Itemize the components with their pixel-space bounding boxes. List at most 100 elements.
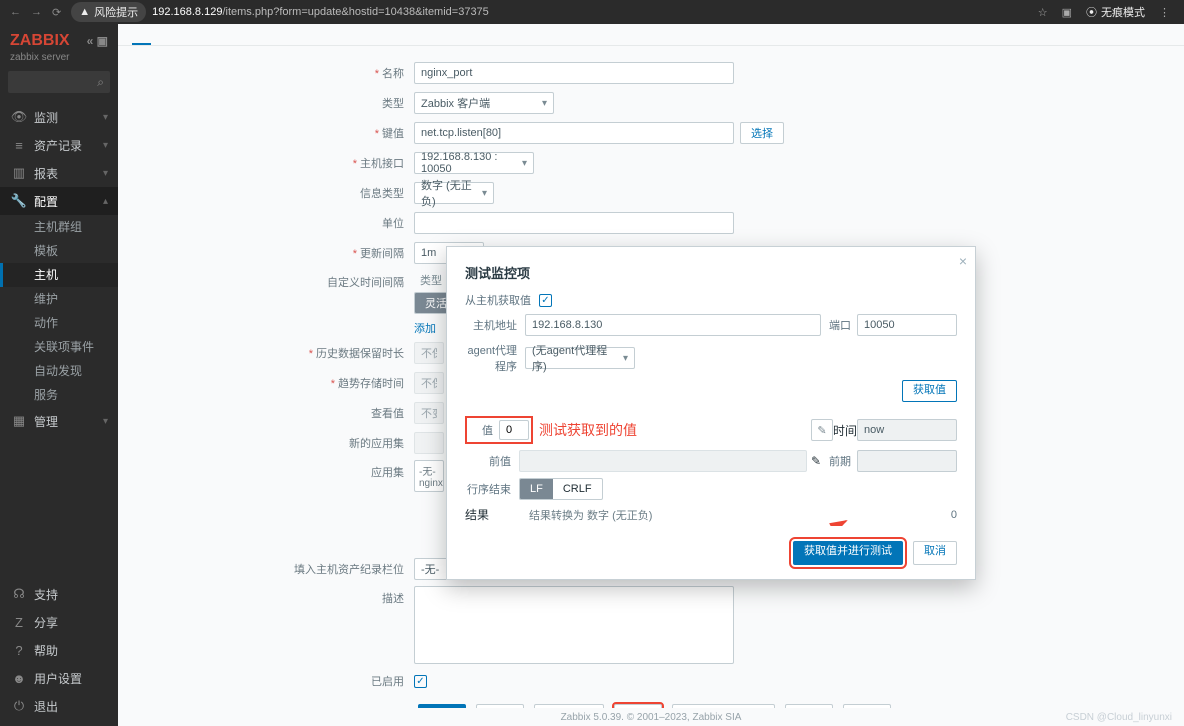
- ci-add-link[interactable]: 添加: [414, 323, 436, 335]
- sidebar-sub-hostgroups[interactable]: 主机群组: [0, 215, 118, 239]
- chevron-down-icon: ▾: [103, 140, 108, 151]
- gear-icon: ▦: [10, 413, 28, 429]
- sidebar-item-monitoring[interactable]: 👁监测▾: [0, 103, 118, 131]
- value-annotation: 测试获取到的值: [539, 420, 637, 440]
- sidebar-support[interactable]: ☊支持: [0, 580, 118, 608]
- forward-icon[interactable]: →: [31, 6, 42, 19]
- sidebar-sub-hosts[interactable]: 主机: [0, 263, 118, 287]
- label-prev-period: 前期: [821, 453, 857, 469]
- result-value: 0: [951, 509, 957, 521]
- warning-icon: ▲: [79, 6, 90, 18]
- reload-icon[interactable]: ⟳: [52, 6, 61, 19]
- input-prev-period: [857, 450, 957, 472]
- sidebar-help[interactable]: ?帮助: [0, 636, 118, 664]
- checkbox-enabled[interactable]: ✓: [414, 675, 427, 688]
- input-newapp[interactable]: [414, 432, 444, 454]
- sidebar-sub-correlation[interactable]: 关联项事件: [0, 335, 118, 359]
- incognito-icon: ⦿: [1086, 4, 1097, 20]
- chevron-down-icon: ▾: [623, 353, 628, 364]
- app-listbox[interactable]: -无- nginx: [414, 460, 444, 492]
- pencil-icon[interactable]: ✎: [811, 454, 821, 468]
- input-port[interactable]: [857, 314, 957, 336]
- sidebar-sub-services[interactable]: 服务: [0, 383, 118, 407]
- sidebar-sub-actions[interactable]: 动作: [0, 311, 118, 335]
- search-input[interactable]: ⌕: [8, 71, 110, 93]
- label-inventory: 填入主机资产纪录栏位: [294, 564, 404, 576]
- input-key[interactable]: [414, 122, 734, 144]
- input-name[interactable]: [414, 62, 734, 84]
- input-value[interactable]: [499, 420, 529, 440]
- label-enabled: 已启用: [371, 676, 404, 688]
- select-type[interactable]: Zabbix 客户端▾: [414, 92, 554, 114]
- help-icon: ?: [10, 643, 28, 658]
- input-trends[interactable]: [414, 372, 444, 394]
- bookmark-icon[interactable]: ☆: [1038, 6, 1048, 19]
- label-name: 名称: [382, 68, 404, 80]
- select-infotype[interactable]: 数字 (无正负)▾: [414, 182, 494, 204]
- security-warning[interactable]: ▲ 风险提示: [71, 2, 146, 22]
- get-and-test-button[interactable]: 获取值并进行测试: [793, 541, 903, 565]
- browser-chrome: ← → ⟳ ▲ 风险提示 192.168.8.129/items.php?for…: [0, 0, 1184, 24]
- label-trends: 趋势存储时间: [338, 378, 404, 390]
- close-icon[interactable]: ×: [959, 253, 967, 269]
- input-viewvalue[interactable]: [414, 402, 444, 424]
- logout-icon: ⏻: [10, 698, 28, 714]
- sidebar-item-reports[interactable]: ▥报表▾: [0, 159, 118, 187]
- label-host-addr: 主机地址: [465, 317, 525, 333]
- select-hostif[interactable]: 192.168.8.130 : 10050▾: [414, 152, 534, 174]
- sidebar-item-inventory[interactable]: ≡资产记录▾: [0, 131, 118, 159]
- chevron-down-icon: ▾: [103, 416, 108, 427]
- test-item-modal: × 测试监控项 从主机获取值 ✓ 主机地址 端口 agent代理程序 (无age…: [446, 246, 976, 580]
- eol-crlf[interactable]: CRLF: [553, 479, 602, 499]
- result-text: 结果转换为 数字 (无正负): [529, 507, 652, 523]
- eol-toggle[interactable]: LF CRLF: [519, 478, 603, 500]
- modal-cancel-button[interactable]: 取消: [913, 541, 957, 565]
- label-eol: 行序结束: [465, 481, 519, 497]
- sidebar-sub-templates[interactable]: 模板: [0, 239, 118, 263]
- footer: Zabbix 5.0.39. © 2001–2023, Zabbix SIA C…: [118, 708, 1184, 726]
- input-prev-value: [519, 450, 807, 472]
- sidepanel-icon[interactable]: ▣: [1062, 6, 1072, 19]
- input-units[interactable]: [414, 212, 734, 234]
- label-infotype: 信息类型: [360, 188, 404, 200]
- search-icon: ⌕: [97, 75, 104, 90]
- select-key-button[interactable]: 选择: [740, 122, 784, 144]
- sidebar-sub-maintenance[interactable]: 维护: [0, 287, 118, 311]
- label-newapp: 新的应用集: [349, 438, 404, 450]
- eye-icon: 👁: [10, 109, 28, 125]
- eol-lf[interactable]: LF: [520, 479, 553, 499]
- sidebar-usersettings[interactable]: ☻用户设置: [0, 664, 118, 692]
- sidebar-item-config[interactable]: 🔧配置▴: [0, 187, 118, 215]
- value-highlight-box: 值: [465, 416, 533, 444]
- url-host: 192.168.8.129: [152, 6, 222, 18]
- url-path: /items.php?form=update&hostid=10438&item…: [222, 6, 488, 18]
- main-content: *名称 类型Zabbix 客户端▾ *键值选择 *主机接口192.168.8.1…: [118, 24, 1184, 726]
- sidebar-logout[interactable]: ⏻退出: [0, 692, 118, 720]
- chevron-down-icon: ▾: [542, 98, 547, 109]
- sidebar-share[interactable]: Z分享: [0, 608, 118, 636]
- textarea-desc[interactable]: [414, 586, 734, 664]
- user-icon: ☻: [10, 671, 28, 686]
- input-host-addr[interactable]: [525, 314, 821, 336]
- input-history[interactable]: [414, 342, 444, 364]
- incognito-indicator[interactable]: ⦿ 无痕模式: [1086, 4, 1145, 20]
- pencil-icon[interactable]: ✎: [811, 419, 833, 441]
- get-value-button[interactable]: 获取值: [902, 380, 957, 402]
- collapse-icon[interactable]: « ▣: [87, 34, 108, 48]
- wrench-icon: 🔧: [10, 193, 28, 209]
- select-proxy[interactable]: (无agent代理程序)▾: [525, 347, 635, 369]
- chevron-down-icon: ▾: [482, 188, 487, 199]
- menu-icon[interactable]: ⋮: [1159, 6, 1170, 19]
- server-label: zabbix server: [0, 52, 118, 71]
- tab-item[interactable]: [132, 27, 151, 45]
- sidebar-sub-discovery[interactable]: 自动发现: [0, 359, 118, 383]
- label-key: 键值: [382, 128, 404, 140]
- sidebar-item-admin[interactable]: ▦管理▾: [0, 407, 118, 435]
- checkbox-from-host[interactable]: ✓: [539, 294, 552, 307]
- share-icon: Z: [10, 615, 28, 630]
- label-history: 历史数据保留时长: [316, 348, 404, 360]
- incognito-label: 无痕模式: [1101, 4, 1145, 20]
- security-warning-label: 风险提示: [94, 4, 138, 20]
- address-bar[interactable]: 192.168.8.129/items.php?form=update&host…: [152, 6, 489, 18]
- back-icon[interactable]: ←: [10, 6, 21, 19]
